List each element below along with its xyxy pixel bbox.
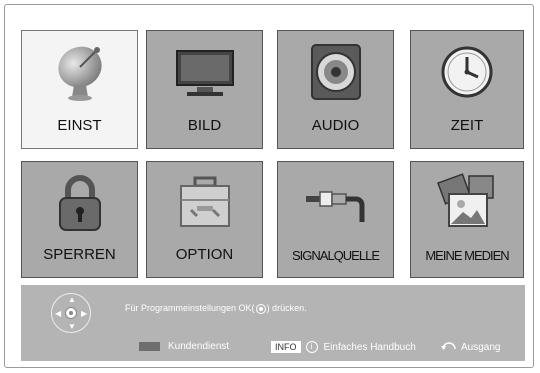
- navigation-pad-icon: ▲ ▼ ◀ ▶: [51, 293, 91, 333]
- ok-button-icon: [65, 307, 77, 319]
- menu-tile-label: ZEIT: [450, 117, 484, 134]
- cable-connector-icon: [278, 172, 393, 234]
- help-bar: ▲ ▼ ◀ ▶ Für Programmeinstellungen OK() d…: [21, 285, 525, 361]
- ok-icon: [255, 303, 266, 314]
- satellite-dish-icon: [22, 41, 137, 103]
- menu-tile-einst[interactable]: EINST: [21, 30, 138, 149]
- menu-tile-option[interactable]: OPTION: [146, 161, 263, 278]
- back-arrow-icon: [441, 341, 457, 354]
- exit-button[interactable]: Ausgang: [441, 341, 500, 354]
- info-icon: i: [305, 341, 318, 353]
- padlock-icon: [22, 172, 137, 234]
- menu-tile-label: SIGNALQUELLE: [292, 248, 380, 263]
- clock-icon: [411, 41, 523, 103]
- info-key-icon: INFO: [271, 341, 301, 353]
- menu-tile-label: SPERREN: [43, 246, 116, 263]
- menu-tile-bild[interactable]: BILD: [146, 30, 263, 149]
- menu-tile-label: AUDIO: [311, 117, 360, 134]
- help-hint-text: Für Programmeinstellungen OK() drücken.: [125, 303, 307, 314]
- menu-tile-label: OPTION: [175, 246, 234, 263]
- speaker-icon: [278, 41, 393, 103]
- menu-tile-audio[interactable]: AUDIO: [277, 30, 394, 149]
- menu-tile-signalquelle[interactable]: SIGNALQUELLE: [277, 161, 394, 278]
- media-photos-icon: [411, 172, 523, 234]
- menu-tile-label: MEINE MEDIEN: [425, 248, 509, 263]
- color-key-icon: [139, 342, 160, 351]
- toolbox-icon: [147, 172, 262, 234]
- simple-manual-button[interactable]: INFO i Einfaches Handbuch: [271, 341, 416, 353]
- tv-screen-icon: [147, 41, 262, 103]
- menu-tile-sperren[interactable]: SPERREN: [21, 161, 138, 278]
- menu-tile-zeit[interactable]: ZEIT: [410, 30, 524, 149]
- menu-tile-label: EINST: [57, 117, 102, 134]
- menu-tile-meine-medien[interactable]: MEINE MEDIEN: [410, 161, 524, 278]
- customer-service-button[interactable]: Kundendienst: [139, 341, 229, 352]
- menu-tile-label: BILD: [187, 117, 222, 134]
